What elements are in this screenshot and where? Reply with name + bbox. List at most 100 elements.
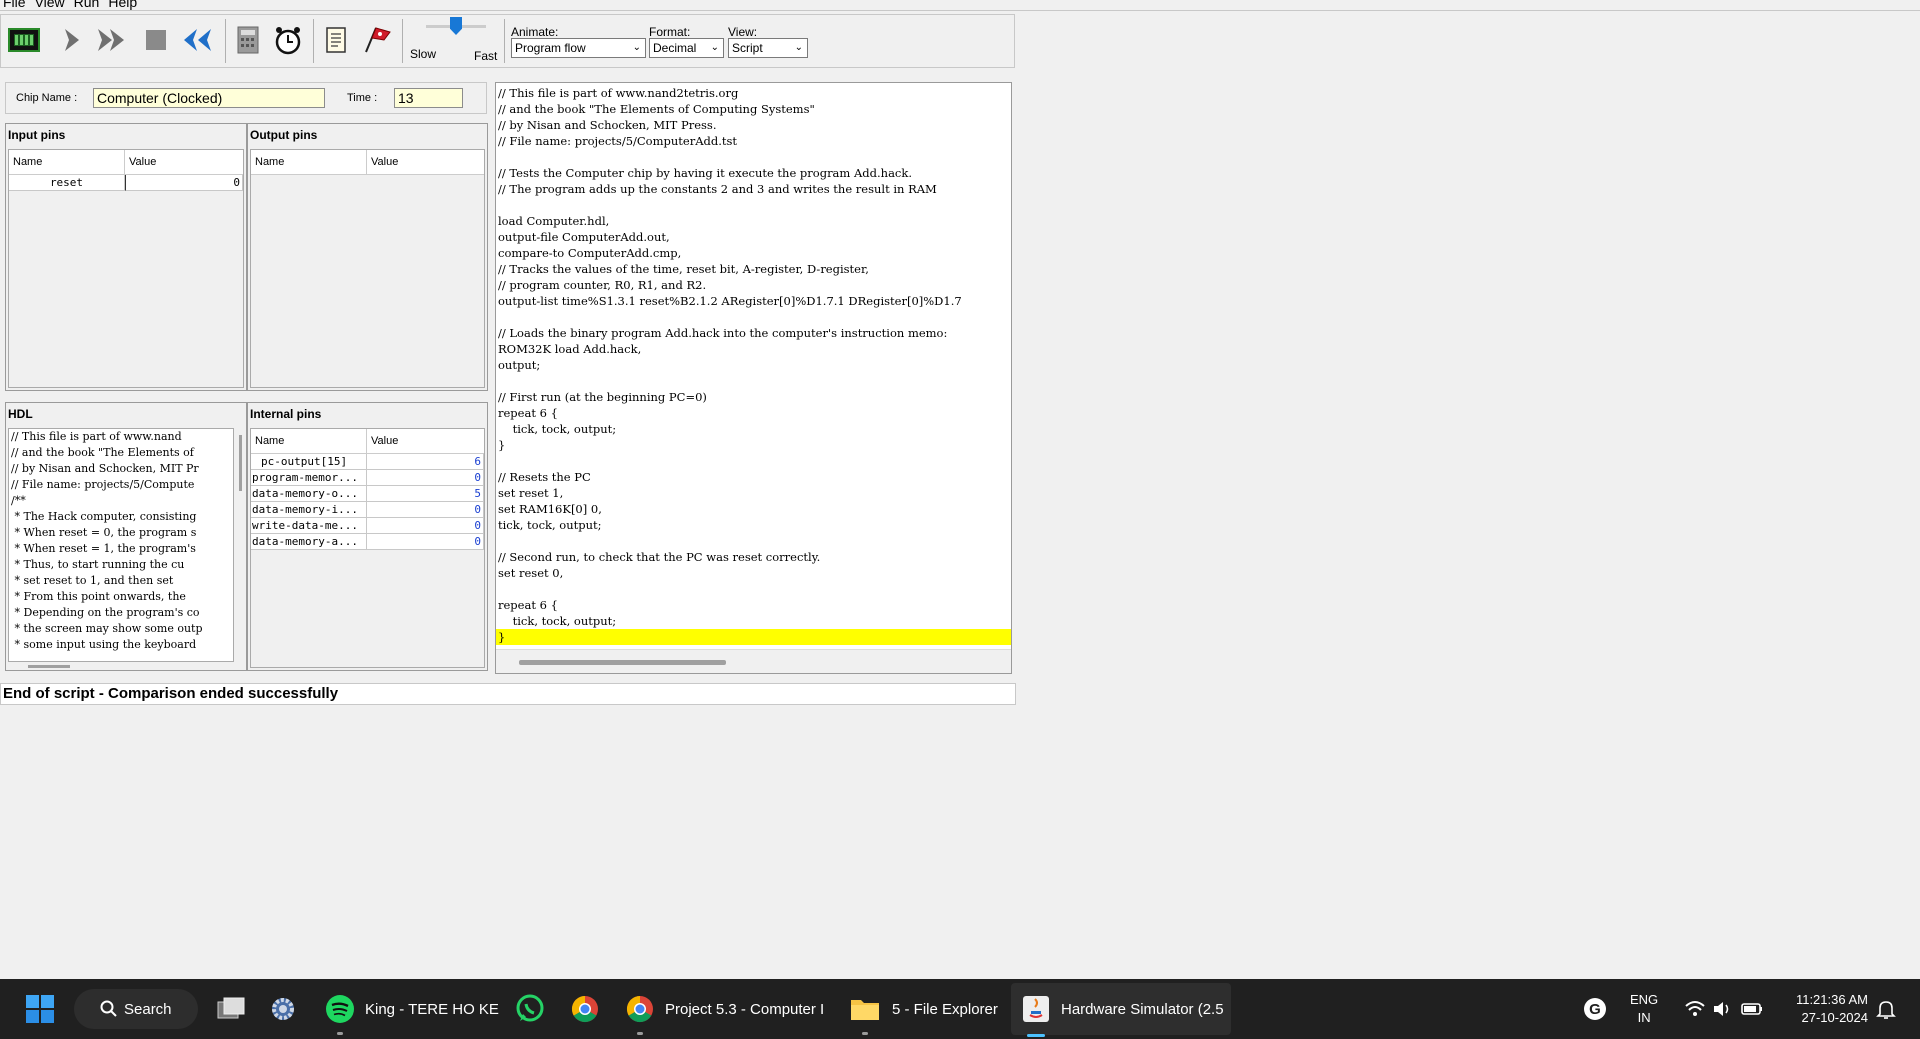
- whatsapp-app[interactable]: [515, 979, 545, 1039]
- script-line: set reset 1,: [498, 486, 564, 500]
- script-line: set RAM16K[0] 0,: [498, 502, 602, 516]
- battery-icon: [1741, 1003, 1762, 1015]
- pin-value: 5: [367, 486, 484, 502]
- notifications-button[interactable]: [1876, 979, 1896, 1039]
- script-line: [498, 149, 962, 165]
- pin-value[interactable]: 0: [125, 175, 243, 191]
- hdl-source-text[interactable]: // This file is part of www.nand // and t…: [8, 428, 234, 662]
- time-field: 13: [394, 88, 463, 108]
- spotify-app[interactable]: King - TERE HO KE: [325, 979, 499, 1039]
- script-line: [498, 453, 962, 469]
- speed-slow-label: Slow: [410, 47, 437, 61]
- output-pins-title: Output pins: [250, 128, 318, 142]
- file-explorer-title: 5 - File Explorer: [892, 1000, 998, 1018]
- svg-text:G: G: [1589, 1001, 1601, 1018]
- view-select[interactable]: Script ⌄: [728, 38, 808, 58]
- chrome-app[interactable]: [570, 979, 600, 1039]
- animate-value: Program flow: [515, 41, 586, 55]
- speed-slider-thumb[interactable]: [450, 17, 462, 35]
- hdl-panel: HDL // This file is part of www.nand // a…: [5, 402, 247, 671]
- taskbar-clock[interactable]: 11:21:36 AM 27-10-2024: [1796, 991, 1868, 1027]
- internal-pins-panel: Internal pins Name Value pc-output[15] 6 pr…: [247, 402, 488, 671]
- menu-view[interactable]: View: [35, 0, 65, 9]
- script-scroll-icon: [326, 27, 346, 53]
- table-row[interactable]: reset 0: [9, 175, 243, 191]
- script-line: [498, 533, 962, 549]
- script-line: // Tests the Computer chip by having it …: [498, 166, 912, 180]
- clock-time: 11:21:36 AM: [1795, 992, 1868, 1007]
- whatsapp-icon: [516, 994, 544, 1022]
- single-step-button[interactable]: [53, 21, 91, 59]
- script-button[interactable]: [317, 21, 355, 59]
- table-row[interactable]: pc-output[15] 6: [251, 454, 484, 470]
- pin-name: data-memory-i...: [251, 502, 367, 518]
- script-panel[interactable]: // This file is part of www.nand2tetris.…: [495, 82, 1012, 674]
- hdl-title: HDL: [8, 407, 33, 421]
- script-line: [498, 373, 962, 389]
- breakpoints-button[interactable]: [357, 21, 395, 59]
- hardware-simulator-title: Hardware Simulator (2.5: [1061, 1000, 1224, 1018]
- table-row[interactable]: data-memory-a... 0: [251, 534, 484, 550]
- run-button[interactable]: [93, 21, 131, 59]
- load-chip-button[interactable]: [5, 21, 43, 59]
- hdl-line: * When reset = 1, the program's: [11, 542, 196, 555]
- running-indicator: [337, 1032, 343, 1035]
- search-label: Search: [124, 1000, 172, 1018]
- system-tray-quick-settings[interactable]: [1684, 979, 1764, 1039]
- eval-button[interactable]: [229, 21, 267, 59]
- script-line: // This file is part of www.nand2tetris.…: [498, 86, 739, 100]
- java-icon: [1023, 996, 1049, 1022]
- hdl-line: * Depending on the program's co: [11, 606, 200, 619]
- hdl-line: // This file is part of www.nand: [11, 430, 182, 443]
- task-view-icon: [217, 997, 245, 1019]
- start-button[interactable]: [26, 979, 54, 1039]
- pin-value: 0: [367, 502, 484, 518]
- chip-name-label: Chip Name :: [16, 92, 78, 104]
- file-explorer-app[interactable]: 5 - File Explorer: [850, 979, 998, 1039]
- stop-button[interactable]: [137, 21, 175, 59]
- animate-select[interactable]: Program flow ⌄: [511, 38, 646, 58]
- script-line: output-file ComputerAdd.out,: [498, 230, 670, 244]
- output-pins-panel: Output pins Name Value: [247, 123, 488, 391]
- menu-file[interactable]: File: [3, 0, 26, 9]
- view-value: Script: [732, 41, 763, 55]
- toolbar: Slow Fast Animate: Program flow ⌄ Format:…: [0, 14, 1015, 68]
- scrollbar-thumb[interactable]: [519, 660, 726, 665]
- windows-logo-icon: [26, 995, 54, 1023]
- chevron-down-icon: ⌄: [710, 42, 719, 53]
- hdl-line: // File name: projects/5/Compute: [11, 478, 195, 491]
- format-select[interactable]: Decimal ⌄: [649, 38, 724, 58]
- language-indicator[interactable]: ENG IN: [1630, 991, 1658, 1027]
- hdl-horizontal-scrollbar[interactable]: [28, 665, 70, 668]
- clock-button[interactable]: [269, 21, 307, 59]
- toolbar-separator: [225, 19, 226, 63]
- hdl-vertical-scrollbar[interactable]: [239, 435, 242, 491]
- chip-name-field: Computer (Clocked): [93, 88, 325, 108]
- grammarly-tray-icon[interactable]: G: [1583, 979, 1607, 1039]
- rewind-icon: [184, 29, 211, 51]
- settings-app[interactable]: [268, 979, 298, 1039]
- script-line: load Computer.hdl,: [498, 214, 610, 228]
- hdl-line: * set reset to 1, and then set: [11, 574, 174, 587]
- table-row[interactable]: data-memory-i... 0: [251, 502, 484, 518]
- taskbar-search[interactable]: Search: [74, 989, 198, 1029]
- script-horizontal-scrollbar[interactable]: [496, 649, 1011, 673]
- table-row[interactable]: write-data-me... 0: [251, 518, 484, 534]
- alarm-clock-icon: [275, 27, 301, 55]
- chevron-down-icon: ⌄: [632, 42, 641, 53]
- script-line: [498, 581, 962, 597]
- reset-button[interactable]: [179, 21, 217, 59]
- animate-label: Animate:: [511, 25, 559, 39]
- breakpoint-flag-icon: [365, 27, 391, 53]
- table-row[interactable]: program-memor... 0: [251, 470, 484, 486]
- running-indicator: [862, 1032, 868, 1035]
- script-line: repeat 6 {: [498, 598, 558, 612]
- menu-run[interactable]: Run: [74, 0, 100, 9]
- chrome-window[interactable]: Project 5.3 - Computer I: [625, 979, 824, 1039]
- search-icon: [100, 1000, 117, 1017]
- task-view-button[interactable]: [216, 979, 246, 1039]
- grammarly-icon: G: [1584, 998, 1606, 1020]
- hardware-simulator-app[interactable]: Hardware Simulator (2.5: [1021, 979, 1224, 1039]
- table-row[interactable]: data-memory-o... 5: [251, 486, 484, 502]
- menu-help[interactable]: Help: [108, 0, 137, 9]
